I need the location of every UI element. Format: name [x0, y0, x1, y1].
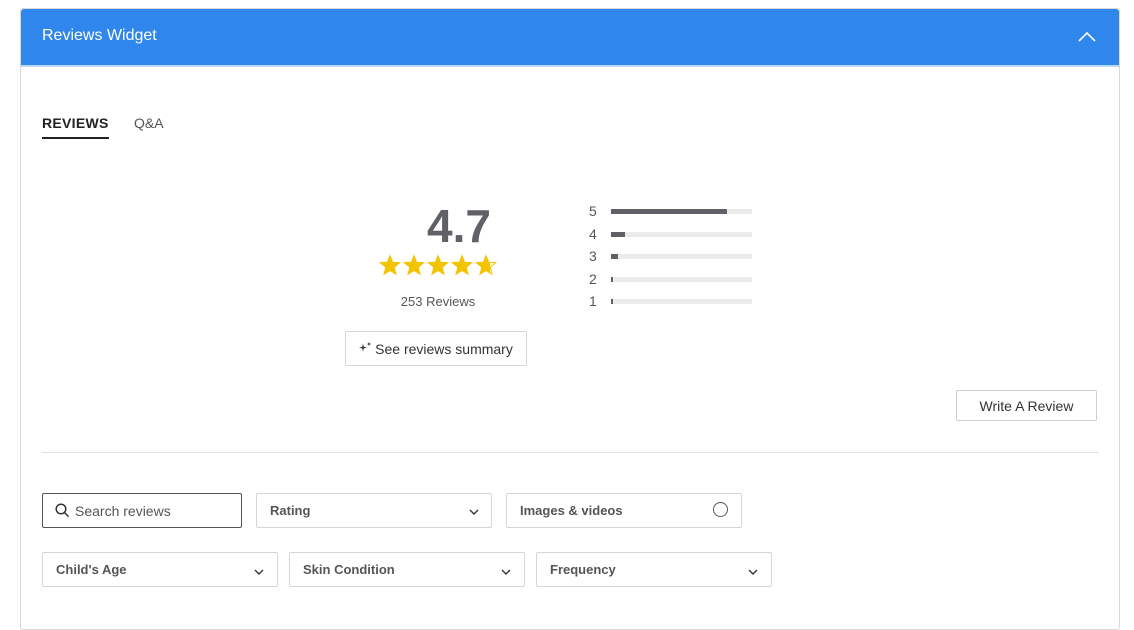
star-rating: [378, 254, 500, 283]
divider: [42, 452, 1099, 453]
rating-bar-row[interactable]: 1: [589, 293, 759, 309]
skin-condition-filter[interactable]: Skin Condition: [289, 552, 525, 587]
chevron-down-icon: [747, 565, 759, 577]
rating-bar-label: 2: [589, 270, 597, 287]
rating-bar-track: [611, 254, 752, 259]
rating-filter[interactable]: Rating: [256, 493, 492, 528]
frequency-filter[interactable]: Frequency: [536, 552, 772, 587]
star-icon: [474, 254, 498, 276]
chevron-down-icon: [500, 565, 512, 577]
rating-bar-label: 3: [589, 248, 597, 264]
rating-bar-track: [611, 299, 752, 304]
search-icon: [55, 503, 70, 518]
rating-filter-label: Rating: [270, 503, 311, 518]
star-icon: [450, 254, 474, 276]
sparkle-icon: [359, 341, 372, 357]
search-input[interactable]: [75, 494, 235, 527]
search-reviews-box[interactable]: [42, 493, 242, 528]
rating-bar-fill: [611, 254, 619, 259]
rating-bar-fill: [611, 276, 614, 282]
rating-bar-label: 5: [589, 203, 597, 219]
star-icon: [378, 254, 402, 276]
review-count: 253 Reviews: [400, 294, 476, 309]
images-videos-filter[interactable]: Images & videos: [506, 493, 742, 528]
tab-reviews[interactable]: REVIEWS: [42, 115, 109, 139]
see-reviews-summary-button[interactable]: See reviews summary: [345, 331, 527, 366]
rating-bar-fill: [611, 209, 727, 214]
star-icon: [402, 254, 426, 276]
rating-bar-track: [611, 231, 752, 237]
rating-bar-row[interactable]: 5: [589, 203, 759, 219]
childs-age-filter[interactable]: Child's Age: [42, 552, 278, 587]
chevron-up-icon[interactable]: [1075, 25, 1099, 49]
star-icon: [426, 254, 450, 276]
chevron-down-icon: [253, 565, 265, 577]
rating-bar-track: [611, 209, 752, 214]
rating-bar-row[interactable]: 2: [589, 271, 759, 287]
rating-bar-row[interactable]: 4: [589, 226, 759, 242]
rating-bar-label: 4: [589, 225, 597, 242]
rating-bar-fill: [611, 231, 626, 237]
rating-bar-row[interactable]: 3: [589, 248, 759, 264]
skin-condition-label: Skin Condition: [303, 562, 395, 577]
widget-header[interactable]: Reviews Widget: [21, 9, 1119, 65]
widget-title: Reviews Widget: [42, 27, 157, 44]
chevron-down-icon: [468, 505, 480, 517]
average-rating: 4.7: [427, 200, 491, 252]
childs-age-label: Child's Age: [56, 562, 127, 577]
images-videos-label: Images & videos: [520, 503, 623, 518]
frequency-label: Frequency: [550, 562, 616, 577]
write-review-button[interactable]: Write A Review: [956, 390, 1097, 421]
rating-bar-label: 1: [589, 293, 597, 309]
rating-bar-track: [611, 276, 752, 282]
radio-icon[interactable]: [713, 502, 728, 517]
tab-qa[interactable]: Q&A: [134, 115, 164, 131]
see-reviews-summary-label: See reviews summary: [375, 340, 513, 357]
rating-bar-fill: [611, 299, 614, 304]
reviews-widget: Reviews Widget REVIEWS Q&A 4.7 253 Revie…: [20, 8, 1120, 630]
